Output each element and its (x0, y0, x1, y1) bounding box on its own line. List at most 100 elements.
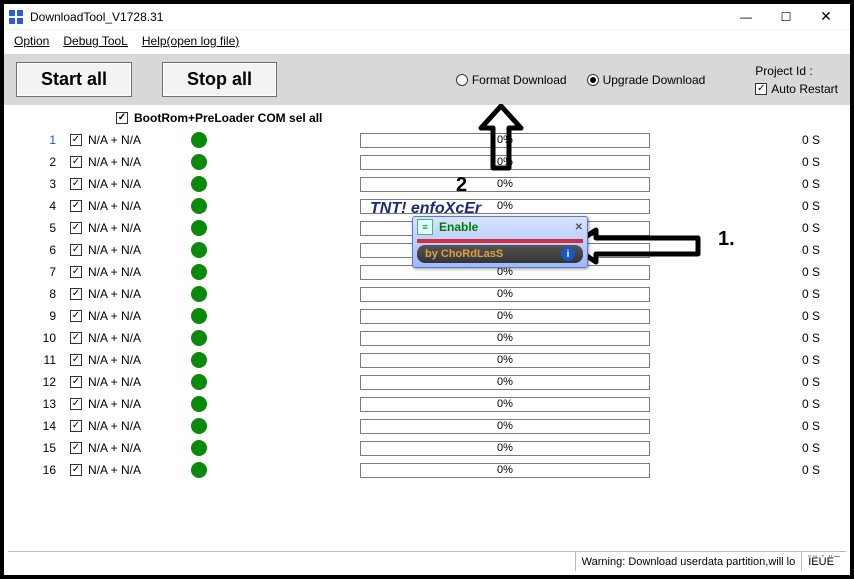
row-time: 0 S (770, 133, 830, 147)
stop-all-button[interactable]: Stop all (162, 62, 277, 97)
titlebar: DownloadTool_V1728.31 — ☐ ✕ (4, 4, 850, 30)
row-checkbox[interactable] (70, 464, 82, 476)
row-checkbox[interactable] (70, 134, 82, 146)
row-progressbar: 0% (360, 353, 650, 368)
row-status-dot (174, 440, 224, 456)
row-checkbox[interactable] (70, 266, 82, 278)
row-time: 0 S (770, 441, 830, 455)
upgrade-download-radio[interactable]: Upgrade Download (587, 73, 706, 87)
toolbar: Start all Stop all Format Download Upgra… (4, 54, 850, 105)
device-row: 15N/A + N/A0%0 S (24, 437, 830, 459)
row-checkbox[interactable] (70, 178, 82, 190)
device-row: 1 N/A + N/A 0% 0 S (24, 129, 830, 151)
device-row: 8 N/A + N/A 0% 0 S (24, 283, 830, 305)
format-download-radio[interactable]: Format Download (456, 73, 567, 87)
row-number: 7 (24, 265, 64, 279)
row-number: 16 (24, 463, 64, 477)
row-checkbox[interactable] (70, 442, 82, 454)
device-row: 16N/A + N/A0%0 S (24, 459, 830, 481)
device-row: 13N/A + N/A0%0 S (24, 393, 830, 415)
select-all-label: BootRom+PreLoader COM sel all (134, 111, 322, 125)
row-checkbox[interactable] (70, 376, 82, 388)
annotation-step1: 1. (718, 228, 735, 251)
row-status-dot (174, 330, 224, 346)
popup-close-button[interactable]: ✕ (575, 222, 583, 233)
row-number: 1 (24, 133, 64, 147)
popup-progress (417, 239, 583, 243)
row-time: 0 S (770, 419, 830, 433)
row-status-dot (174, 286, 224, 302)
checkbox-icon (116, 112, 128, 124)
row-status-dot (174, 374, 224, 390)
row-checkbox[interactable] (70, 398, 82, 410)
row-checkbox[interactable] (70, 288, 82, 300)
row-checkbox[interactable] (70, 244, 82, 256)
row-device: N/A + N/A (88, 397, 168, 411)
select-all-row[interactable]: BootRom+PreLoader COM sel all (116, 111, 830, 125)
device-list: BootRom+PreLoader COM sel all 1 N/A + N/A… (4, 105, 850, 481)
row-time: 0 S (770, 287, 830, 301)
row-status-dot (174, 264, 224, 280)
popup-enable-button[interactable]: Enable (439, 220, 478, 234)
minimize-button[interactable]: — (726, 5, 766, 29)
row-checkbox[interactable] (70, 200, 82, 212)
row-time: 0 S (770, 177, 830, 191)
row-number: 8 (24, 287, 64, 301)
upgrade-download-label: Upgrade Download (603, 73, 706, 87)
row-status-dot (174, 220, 224, 236)
menu-help[interactable]: Help(open log file) (142, 34, 239, 48)
row-status-dot (174, 132, 224, 148)
row-device: N/A + N/A (88, 199, 168, 213)
auto-restart-label: Auto Restart (771, 82, 838, 96)
row-progressbar: 0% (360, 287, 650, 302)
row-number: 11 (24, 353, 64, 367)
row-checkbox[interactable] (70, 156, 82, 168)
row-status-dot (174, 154, 224, 170)
row-device: N/A + N/A (88, 331, 168, 345)
menu-debug[interactable]: Debug TooL (63, 34, 128, 48)
row-time: 0 S (770, 309, 830, 323)
info-icon[interactable]: i (561, 247, 575, 261)
row-device: N/A + N/A (88, 441, 168, 455)
app-icon (8, 9, 24, 25)
menubar: Option Debug TooL Help(open log file) (4, 30, 850, 54)
download-mode-group: Format Download Upgrade Download (456, 73, 705, 87)
row-status-dot (174, 308, 224, 324)
row-checkbox[interactable] (70, 420, 82, 432)
row-checkbox[interactable] (70, 332, 82, 344)
annotation-step2: 2 (456, 174, 467, 197)
row-checkbox[interactable] (70, 222, 82, 234)
row-progressbar: 0% (360, 375, 650, 390)
auto-restart-checkbox[interactable]: Auto Restart (755, 82, 838, 96)
row-checkbox[interactable] (70, 310, 82, 322)
row-device: N/A + N/A (88, 287, 168, 301)
row-time: 0 S (770, 243, 830, 257)
popup-doc-icon: ≡ (417, 219, 433, 235)
row-device: N/A + N/A (88, 419, 168, 433)
row-progressbar: 0% (360, 441, 650, 456)
row-device: N/A + N/A (88, 133, 168, 147)
row-time: 0 S (770, 463, 830, 477)
maximize-button[interactable]: ☐ (766, 5, 806, 29)
row-device: N/A + N/A (88, 353, 168, 367)
start-all-button[interactable]: Start all (16, 62, 132, 97)
row-device: N/A + N/A (88, 155, 168, 169)
row-number: 10 (24, 331, 64, 345)
row-checkbox[interactable] (70, 354, 82, 366)
row-progressbar: 0% (360, 419, 650, 434)
row-progressbar: 0% (360, 397, 650, 412)
row-device: N/A + N/A (88, 463, 168, 477)
row-status-dot (174, 396, 224, 412)
checkbox-icon (755, 83, 767, 95)
device-row: 12N/A + N/A0%0 S (24, 371, 830, 393)
row-number: 13 (24, 397, 64, 411)
row-status-dot (174, 198, 224, 214)
row-status-dot (174, 462, 224, 478)
row-status-dot (174, 176, 224, 192)
menu-option[interactable]: Option (14, 34, 49, 48)
close-button[interactable]: ✕ (806, 5, 846, 29)
row-number: 14 (24, 419, 64, 433)
row-time: 0 S (770, 375, 830, 389)
row-progressbar: 0% (360, 133, 650, 148)
status-warning: Warning: Download userdata partition,wil… (575, 552, 802, 571)
